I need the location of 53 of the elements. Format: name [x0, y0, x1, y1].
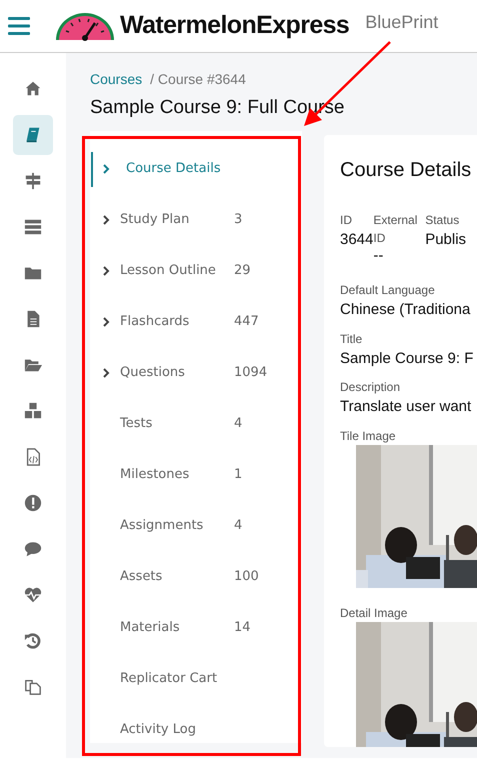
field-label: Default Language [340, 282, 436, 299]
field-label: ID [340, 212, 353, 228]
field-value: Chinese (Traditiona [340, 300, 472, 320]
signpost-icon [24, 172, 42, 190]
field-value: Publis [425, 230, 468, 250]
sidebar-button[interactable] [13, 115, 53, 155]
field-label: Description [340, 379, 402, 396]
field-label: Status [425, 212, 460, 228]
count-label: 29 [234, 262, 251, 280]
field-label: Detail Image [340, 604, 408, 622]
nav-item[interactable]: Replicator Cart [90, 654, 302, 704]
home-icon [24, 80, 42, 98]
count-label: 4 [234, 517, 242, 536]
book-icon [24, 126, 42, 144]
nav-item[interactable]: Activity Log [90, 704, 302, 756]
nav-item[interactable]: Lesson Outline 29 [90, 246, 302, 296]
nav-item[interactable]: Assignments 4 [90, 500, 302, 552]
alert-icon [24, 494, 42, 512]
cubes-icon [24, 402, 42, 420]
count-label: 3 [234, 211, 242, 230]
comment-icon [24, 540, 42, 558]
count-label: 4 [234, 415, 242, 434]
field-label: Tile Image [340, 428, 397, 444]
history-icon [24, 632, 42, 650]
product-name: BluePrint [365, 10, 438, 34]
watermelon-gauge-logo [54, 11, 116, 41]
heartbeat-icon [24, 586, 42, 604]
brand-name: WatermelonExpress [120, 10, 350, 42]
code-file-icon [24, 448, 42, 466]
server-icon [24, 218, 42, 236]
field-value: 3644 [340, 230, 374, 250]
count-label: 1094 [234, 364, 268, 382]
field-value: -- [373, 246, 384, 266]
count-label: 100 [234, 568, 259, 586]
copy-icon [24, 678, 42, 696]
nav-item[interactable]: Flashcards 447 [90, 296, 302, 348]
count-label: 447 [234, 313, 259, 332]
field-value: Sample Course 9: F [340, 348, 474, 368]
nav-item[interactable]: Tests 4 [90, 398, 302, 450]
nav-item[interactable]: Milestones 1 [90, 450, 302, 500]
count-label: 1 [234, 466, 242, 484]
field-value: Translate user want [340, 397, 472, 417]
nav-item[interactable]: Materials 14 [90, 602, 302, 654]
nav-item[interactable]: Questions 1094 [90, 348, 302, 398]
section-title: Course Details [340, 158, 472, 182]
menu-button[interactable] [8, 14, 30, 38]
nav-item[interactable]: Study Plan 3 [90, 194, 302, 246]
nav-item[interactable]: Course Details [90, 144, 302, 194]
field-label: Title [340, 330, 364, 348]
count-label: 14 [234, 619, 251, 638]
breadcrumb-text: / Course #3644 [150, 71, 246, 87]
nav-item[interactable]: Assets 100 [90, 552, 302, 602]
breadcrumb-link[interactable]: Courses [90, 71, 142, 87]
